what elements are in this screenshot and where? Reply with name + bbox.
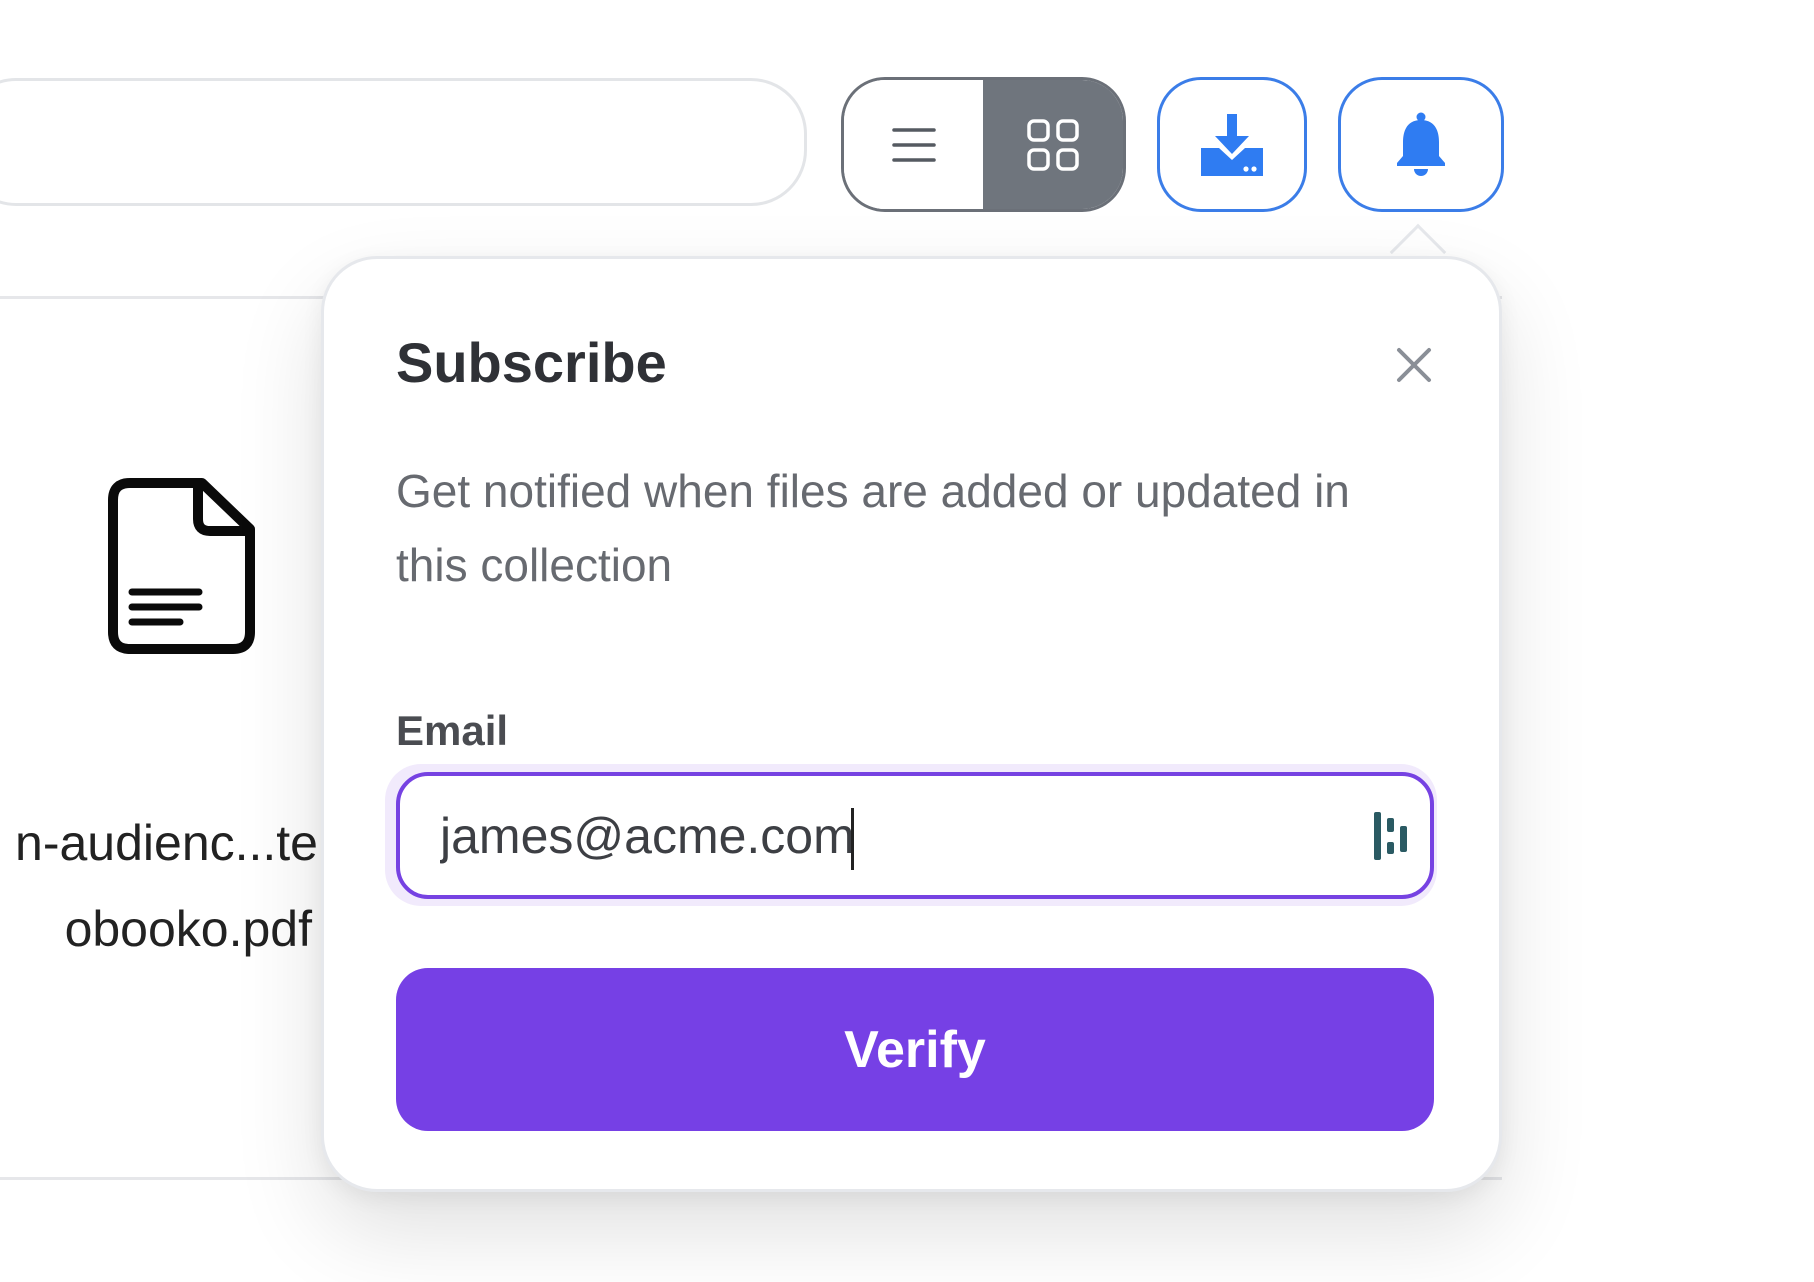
grid-icon xyxy=(1027,118,1079,171)
search-input[interactable] xyxy=(0,78,807,206)
close-icon[interactable] xyxy=(1391,342,1437,388)
email-label: Email xyxy=(396,707,509,754)
file-name-line-2: obooko.pdf xyxy=(64,901,312,957)
email-field[interactable] xyxy=(396,772,1434,899)
file-name-line-1: n-audienc...te xyxy=(15,815,318,871)
text-caret xyxy=(851,808,854,870)
verify-button[interactable]: Verify xyxy=(396,968,1434,1131)
list-icon xyxy=(891,127,936,162)
notifications-button[interactable] xyxy=(1338,77,1504,212)
download-icon xyxy=(1201,113,1263,176)
grid-view-button[interactable] xyxy=(983,80,1123,209)
popover-description: Get notified when files are added or upd… xyxy=(396,465,1350,591)
view-toggle xyxy=(841,77,1126,212)
subscribe-popover: Subscribe Get notified when files are ad… xyxy=(321,256,1502,1192)
popover-title: Subscribe xyxy=(396,331,667,394)
bell-icon xyxy=(1397,112,1445,176)
email-input[interactable] xyxy=(440,776,1300,895)
download-button[interactable] xyxy=(1157,77,1307,212)
file-name[interactable]: n-audienc...te obooko.pdf xyxy=(0,800,318,972)
password-manager-icon[interactable] xyxy=(1372,812,1412,860)
document-icon xyxy=(108,478,255,654)
list-view-button[interactable] xyxy=(844,80,983,209)
